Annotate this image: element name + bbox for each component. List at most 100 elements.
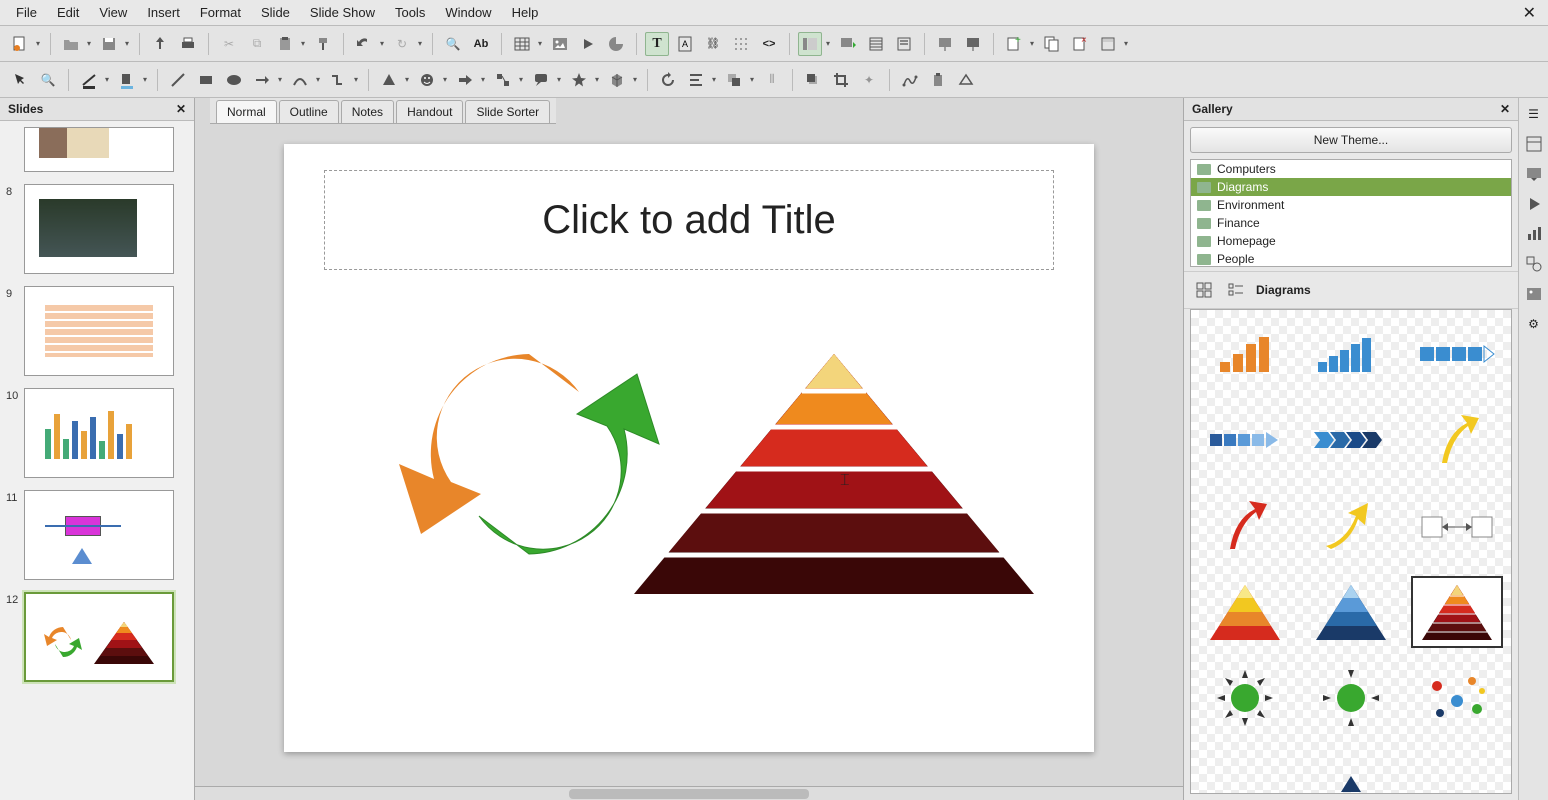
dropdown-icon[interactable]: ▾ — [1122, 32, 1130, 56]
image-icon[interactable] — [548, 32, 572, 56]
dropdown-icon[interactable]: ▾ — [1028, 32, 1036, 56]
select-icon[interactable] — [8, 68, 32, 92]
new-theme-button[interactable]: New Theme... — [1190, 127, 1512, 153]
del-slide-icon[interactable]: × — [1068, 32, 1092, 56]
theme-item[interactable]: Computers — [1191, 160, 1511, 178]
dropdown-icon[interactable]: ▾ — [479, 68, 487, 92]
block-arrows-icon[interactable] — [453, 68, 477, 92]
view-normal-icon[interactable] — [798, 32, 822, 56]
gallery-item[interactable] — [1305, 490, 1397, 562]
open-icon[interactable] — [59, 32, 83, 56]
gallery-item[interactable] — [1305, 318, 1397, 390]
play-icon[interactable] — [1524, 194, 1544, 214]
theme-item[interactable]: Environment — [1191, 196, 1511, 214]
gallery-item[interactable] — [1411, 404, 1503, 476]
canvas-area[interactable]: Click to add Title ⌶ — [195, 98, 1183, 800]
save-icon[interactable] — [97, 32, 121, 56]
crop-icon[interactable] — [829, 68, 853, 92]
print-icon[interactable] — [176, 32, 200, 56]
icon-view-icon[interactable] — [1192, 278, 1216, 302]
master-icon[interactable] — [864, 32, 888, 56]
slides-panel-close[interactable]: ✕ — [176, 102, 186, 116]
master-slides-icon[interactable] — [1524, 164, 1544, 184]
dropdown-icon[interactable]: ▾ — [34, 32, 42, 56]
theme-item[interactable]: Homepage — [1191, 232, 1511, 250]
textbox-icon[interactable]: T — [645, 32, 669, 56]
dropdown-icon[interactable]: ▾ — [748, 68, 756, 92]
table-icon[interactable] — [510, 32, 534, 56]
find-icon[interactable]: 🔍 — [441, 32, 465, 56]
gallery-item[interactable] — [1305, 576, 1397, 648]
gallery-item[interactable] — [1305, 748, 1397, 794]
menu-insert[interactable]: Insert — [137, 1, 190, 24]
slide-thumb[interactable] — [24, 184, 174, 274]
gallery-item[interactable] — [1199, 748, 1291, 794]
hyperlink-icon[interactable]: ⛓ — [701, 32, 725, 56]
dropdown-icon[interactable]: ▾ — [416, 32, 424, 56]
dropdown-icon[interactable]: ▾ — [85, 32, 93, 56]
dup-slide-icon[interactable] — [1040, 32, 1064, 56]
line-color-icon[interactable] — [77, 68, 101, 92]
theme-item[interactable]: People — [1191, 250, 1511, 267]
slides-list[interactable]: 8 9 10 — [0, 121, 194, 800]
title-placeholder[interactable]: Click to add Title — [324, 170, 1054, 270]
dropdown-icon[interactable]: ▾ — [710, 68, 718, 92]
chart-panel-icon[interactable] — [1524, 224, 1544, 244]
dropdown-icon[interactable]: ▾ — [299, 32, 307, 56]
special-char-icon[interactable]: <> — [757, 32, 781, 56]
theme-list[interactable]: Computers Diagrams Environment Finance H… — [1190, 159, 1512, 267]
gallery-panel-icon[interactable] — [1524, 284, 1544, 304]
gallery-item[interactable] — [1199, 662, 1291, 734]
clone-format-icon[interactable] — [311, 32, 335, 56]
menu-icon[interactable]: ☰ — [1524, 104, 1544, 124]
dropdown-icon[interactable]: ▾ — [517, 68, 525, 92]
connector-icon[interactable] — [326, 68, 350, 92]
menu-view[interactable]: View — [89, 1, 137, 24]
presentation2-icon[interactable] — [961, 32, 985, 56]
chart-icon[interactable] — [604, 32, 628, 56]
gallery-item[interactable] — [1411, 318, 1503, 390]
theme-item[interactable]: Diagrams — [1191, 178, 1511, 196]
gallery-close[interactable]: ✕ — [1500, 102, 1510, 116]
gallery-item[interactable] — [1305, 662, 1397, 734]
undo-icon[interactable] — [352, 32, 376, 56]
redo-icon[interactable]: ↻ — [390, 32, 414, 56]
zoom-icon[interactable]: 🔍 — [36, 68, 60, 92]
distribute-icon[interactable]: ⫴ — [760, 68, 784, 92]
symbol-shapes-icon[interactable] — [415, 68, 439, 92]
slide-thumb[interactable] — [24, 127, 174, 172]
callouts-icon[interactable] — [529, 68, 553, 92]
dropdown-icon[interactable]: ▾ — [441, 68, 449, 92]
points-icon[interactable] — [898, 68, 922, 92]
dropdown-icon[interactable]: ▾ — [314, 68, 322, 92]
shapes-panel-icon[interactable] — [1524, 254, 1544, 274]
tab-normal[interactable]: Normal — [216, 100, 277, 123]
export-icon[interactable] — [148, 32, 172, 56]
rotate-icon[interactable] — [656, 68, 680, 92]
gallery-item[interactable] — [1199, 318, 1291, 390]
dropdown-icon[interactable]: ▾ — [378, 32, 386, 56]
menu-slide[interactable]: Slide — [251, 1, 300, 24]
outline-icon[interactable] — [892, 32, 916, 56]
tab-slidesorter[interactable]: Slide Sorter — [465, 100, 550, 123]
layout-icon[interactable] — [1096, 32, 1120, 56]
menu-window[interactable]: Window — [435, 1, 501, 24]
grid-icon[interactable] — [729, 32, 753, 56]
dropdown-icon[interactable]: ▾ — [123, 32, 131, 56]
menu-edit[interactable]: Edit — [47, 1, 89, 24]
fill-color-icon[interactable] — [115, 68, 139, 92]
media-icon[interactable] — [576, 32, 600, 56]
dropdown-icon[interactable]: ▾ — [555, 68, 563, 92]
line-icon[interactable] — [166, 68, 190, 92]
gallery-grid[interactable] — [1190, 309, 1512, 794]
tab-notes[interactable]: Notes — [341, 100, 394, 123]
gallery-item[interactable] — [1411, 662, 1503, 734]
menu-help[interactable]: Help — [502, 1, 549, 24]
gallery-item[interactable] — [1411, 576, 1503, 648]
copy-icon[interactable]: ⧉ — [245, 32, 269, 56]
arrow-icon[interactable] — [250, 68, 274, 92]
basic-shapes-icon[interactable] — [377, 68, 401, 92]
list-view-icon[interactable] — [1224, 278, 1248, 302]
settings-icon[interactable]: ⚙ — [1524, 314, 1544, 334]
curve-icon[interactable] — [288, 68, 312, 92]
